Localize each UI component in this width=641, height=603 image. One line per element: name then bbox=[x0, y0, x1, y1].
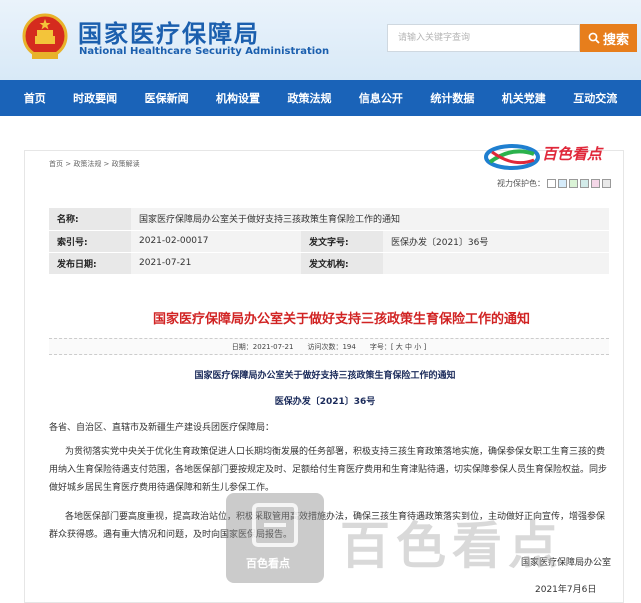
swatch-white[interactable] bbox=[547, 179, 556, 188]
document-info-table: 名称: 国家医疗保障局办公室关于做好支持三孩政策生育保险工作的通知 索引号: 2… bbox=[49, 208, 609, 275]
swatch-gray[interactable] bbox=[602, 179, 611, 188]
index-value: 2021-02-00017 bbox=[131, 230, 301, 253]
watermark-big-text: 百色看点 bbox=[340, 517, 564, 575]
nav-party[interactable]: 机关党建 bbox=[502, 90, 546, 106]
name-value: 国家医疗保障局办公室关于做好支持三孩政策生育保险工作的通知 bbox=[131, 208, 609, 231]
national-emblem-icon bbox=[22, 13, 68, 59]
date-value: 2021-07-21 bbox=[131, 252, 301, 275]
search-input[interactable] bbox=[387, 24, 580, 52]
document-greeting: 各省、自治区、直辖市及新疆生产建设兵团医疗保障局： bbox=[49, 423, 275, 433]
color-protect-label: 视力保护色： bbox=[497, 179, 545, 188]
swatch-blue[interactable] bbox=[558, 179, 567, 188]
watermark-box-label: 百色看点 bbox=[246, 557, 290, 570]
paragraph-line: 为贯彻落实党中央关于优化生育政策促进人口长期均衡发展的任务部署，积极支持三孩生育… bbox=[65, 447, 606, 457]
watermark-text: 百色看点 bbox=[542, 145, 603, 163]
article-big-title: 国家医疗保障局办公室关于做好支持三孩政策生育保险工作的通知 bbox=[153, 312, 531, 327]
swatch-teal[interactable] bbox=[580, 179, 589, 188]
main-nav: 首页 时政要闻 医保新闻 机构设置 政策法规 信息公开 统计数据 机关党建 互动… bbox=[0, 80, 641, 116]
breadcrumb[interactable]: 首页 > 政策法规 > 政策解读 bbox=[49, 159, 140, 169]
table-row: 名称: 国家医疗保障局办公室关于做好支持三孩政策生育保险工作的通知 bbox=[49, 208, 609, 231]
site-title-cn: 国家医疗保障局 bbox=[78, 20, 260, 48]
search-icon bbox=[588, 32, 600, 44]
nav-current-affairs[interactable]: 时政要闻 bbox=[73, 90, 117, 106]
search-button-label: 搜索 bbox=[602, 32, 629, 48]
watermark-box-icon bbox=[252, 503, 298, 547]
paragraph-line: 用纳入生育保险待遇支付范围，各地医保部门要按规定及时、足额给付生育医疗费用和生育… bbox=[49, 465, 608, 475]
nav-disclosure[interactable]: 信息公开 bbox=[359, 90, 403, 106]
nav-statistics[interactable]: 统计数据 bbox=[430, 90, 474, 106]
nav-interaction[interactable]: 互动交流 bbox=[573, 90, 617, 106]
org-label: 发文机构: bbox=[301, 252, 383, 275]
table-row: 索引号: 2021-02-00017 发文字号: 医保办发〔2021〕36号 bbox=[49, 230, 609, 253]
document-sign-date: 2021年7月6日 bbox=[535, 585, 597, 595]
name-label: 名称: bbox=[49, 208, 131, 231]
docno-label: 发文字号: bbox=[301, 230, 383, 253]
document-title: 国家医疗保障局办公室关于做好支持三孩政策生育保险工作的通知 bbox=[194, 371, 456, 381]
meta-font-size[interactable]: 字号：[ 大 中 小 ] bbox=[370, 342, 426, 352]
site-header: 国家医疗保障局 National Healthcare Security Adm… bbox=[0, 0, 641, 80]
table-row: 发布日期: 2021-07-21 发文机构: bbox=[49, 252, 609, 275]
nav-news[interactable]: 医保新闻 bbox=[145, 90, 189, 106]
watermark-logo-icon bbox=[484, 144, 540, 170]
org-value bbox=[383, 252, 609, 275]
nav-policies[interactable]: 政策法规 bbox=[287, 90, 331, 106]
date-label: 发布日期: bbox=[49, 252, 131, 275]
nav-home[interactable]: 首页 bbox=[24, 90, 46, 106]
docno-value: 医保办发〔2021〕36号 bbox=[383, 230, 609, 253]
article-meta-bar: 日期：2021-07-21 访问次数：194 字号：[ 大 中 小 ] bbox=[49, 338, 609, 355]
index-label: 索引号: bbox=[49, 230, 131, 253]
swatch-pink[interactable] bbox=[591, 179, 600, 188]
color-protect-selector: 视力保护色： bbox=[497, 178, 611, 189]
document-number: 医保办发〔2021〕36号 bbox=[274, 397, 376, 407]
meta-visits: 访问次数：194 bbox=[307, 342, 356, 351]
search-button[interactable]: 搜索 bbox=[580, 24, 637, 52]
nav-organization[interactable]: 机构设置 bbox=[216, 90, 260, 106]
meta-date: 日期：2021-07-21 bbox=[231, 342, 294, 351]
site-title-en: National Healthcare Security Administrat… bbox=[79, 46, 330, 57]
swatch-green[interactable] bbox=[569, 179, 578, 188]
